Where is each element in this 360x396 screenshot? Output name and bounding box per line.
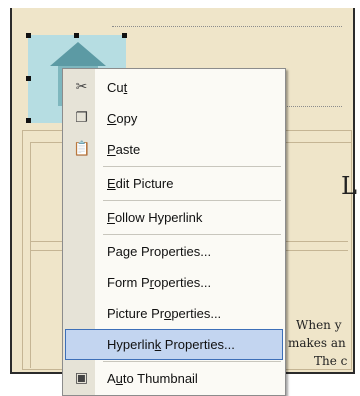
app-frame: L When y makes an The c ✂ Cut ❐ Copy 📋 P… [0,0,360,396]
resize-handle-bottom-left[interactable] [26,118,31,123]
house-picture-roof [50,42,106,66]
menu-item-cut[interactable]: ✂ Cut [65,72,283,103]
menu-item-form-properties[interactable]: Form Properties... [65,267,283,298]
thumbnail-icon: ▣ [74,370,89,386]
resize-handle-left[interactable] [26,76,31,81]
resize-handle-top-right[interactable] [122,33,127,38]
layout-border-top [112,26,342,27]
menu-item-picture-properties[interactable]: Picture Properties... [65,298,283,329]
menu-separator [103,234,281,235]
menu-separator [103,361,281,362]
menu-item-copy[interactable]: ❐ Copy [65,103,283,134]
menu-separator [103,200,281,201]
copy-icon: ❐ [75,110,88,126]
menu-item-edit-picture[interactable]: Edit Picture [65,168,283,199]
resize-handle-top-left[interactable] [26,33,31,38]
menu-item-paste[interactable]: 📋 Paste [65,134,283,165]
body-text-line: When y [296,318,342,332]
body-text-line: makes an [288,336,346,350]
resize-handle-top[interactable] [74,33,79,38]
context-menu: ✂ Cut ❐ Copy 📋 Paste Edit Picture Follow… [62,68,286,396]
menu-item-page-properties[interactable]: Page Properties... [65,236,283,267]
paste-icon: 📋 [73,141,91,157]
menu-separator [103,166,281,167]
menu-item-hyperlink-properties[interactable]: Hyperlink Properties... [65,329,283,360]
scissors-icon: ✂ [75,79,88,95]
page-heading-fragment: L [341,172,357,200]
body-text-line: The c [314,354,348,368]
menu-item-auto-thumbnail[interactable]: ▣ Auto Thumbnail [65,363,283,394]
menu-item-follow-hyperlink[interactable]: Follow Hyperlink [65,202,283,233]
